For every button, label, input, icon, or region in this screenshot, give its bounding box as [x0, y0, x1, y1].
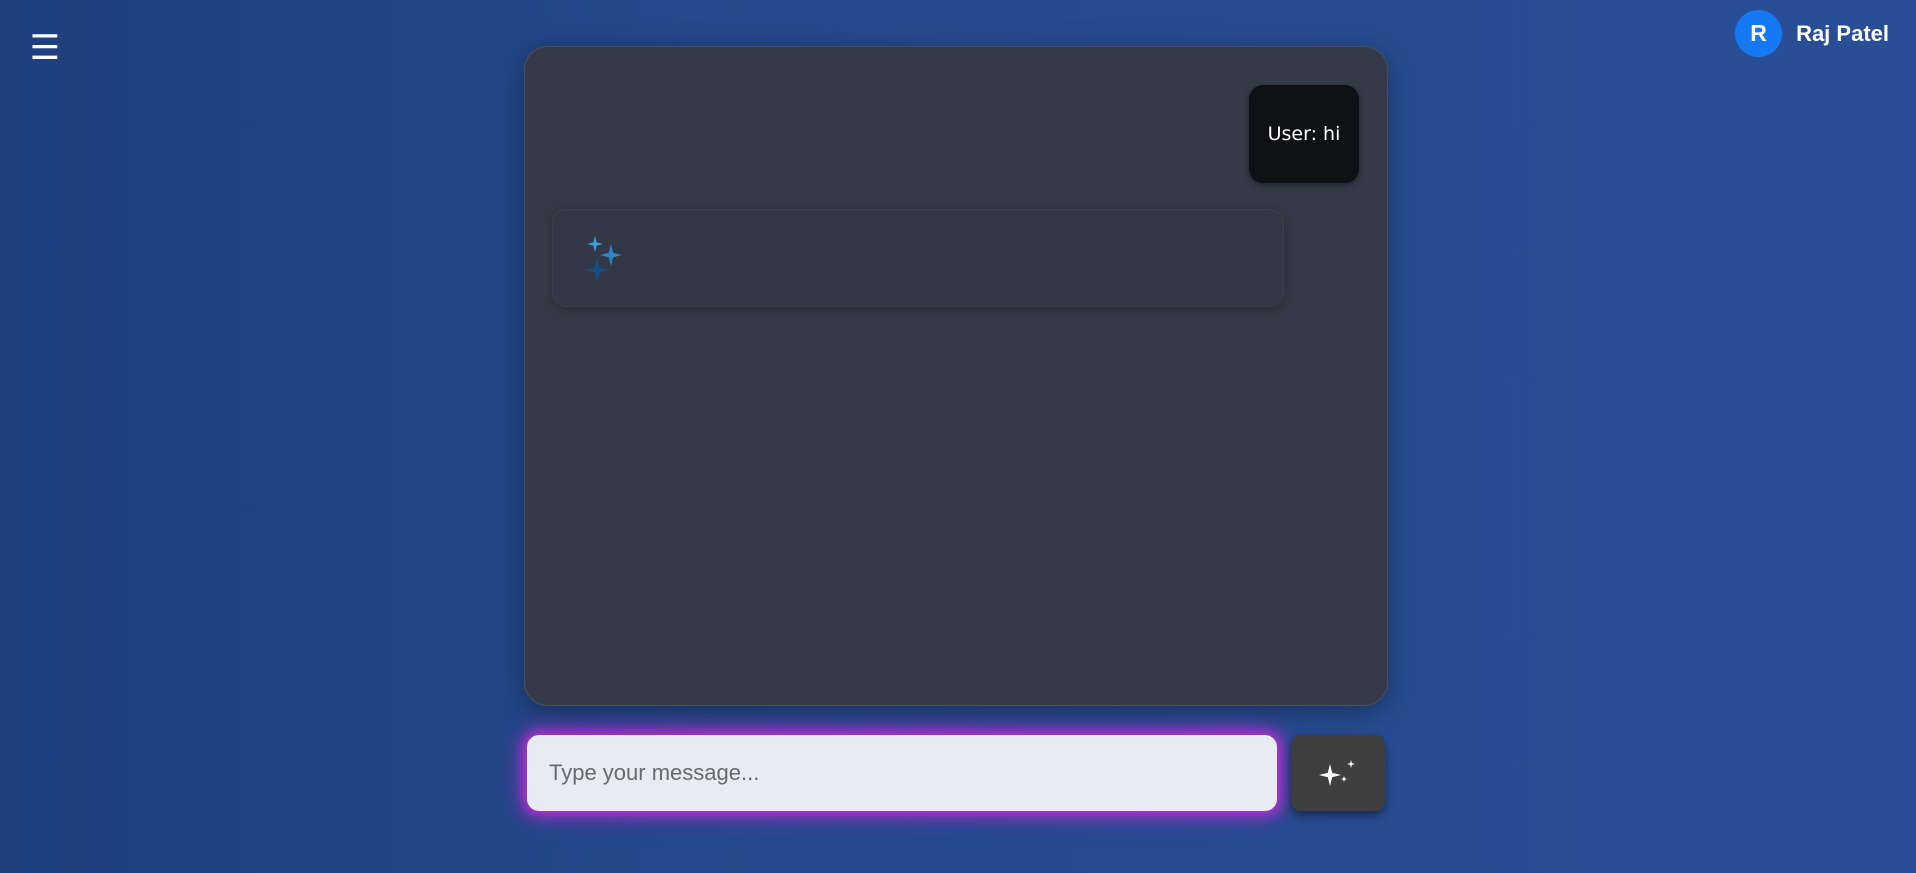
sparkle-send-icon — [1319, 760, 1355, 786]
user-message-text: User: hi — [1267, 123, 1341, 145]
message-input[interactable] — [527, 735, 1277, 811]
sparkle-icon — [585, 236, 622, 282]
send-button[interactable] — [1291, 735, 1385, 811]
user-name: Raj Patel — [1796, 20, 1889, 46]
hamburger-menu-icon: ☰ — [29, 28, 61, 68]
avatar-initial: R — [1750, 20, 1767, 46]
chat-window: User: hi — [524, 46, 1388, 706]
user-message: User: hi — [1249, 85, 1359, 183]
menu-button[interactable]: ☰ — [28, 28, 62, 68]
avatar: R — [1735, 10, 1783, 57]
message-composer — [527, 735, 1277, 811]
bot-message — [552, 209, 1284, 307]
user-profile[interactable]: R Raj Patel — [1735, 10, 1889, 57]
